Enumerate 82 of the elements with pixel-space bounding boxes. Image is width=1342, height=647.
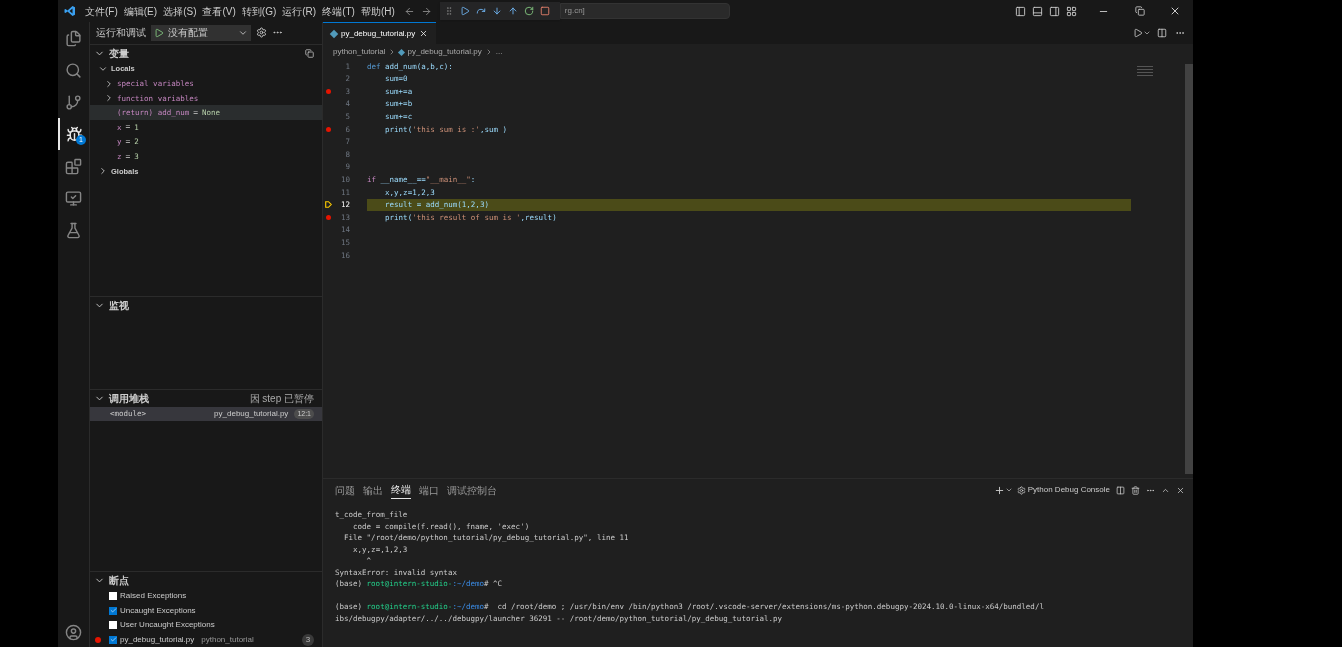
chevron-icon[interactable] bbox=[104, 93, 114, 104]
chevron-icon[interactable] bbox=[98, 64, 108, 74]
equals-sign: = bbox=[125, 121, 131, 134]
panel-tab[interactable]: 输出 bbox=[363, 481, 383, 499]
remote-icon bbox=[65, 189, 82, 207]
close-icon[interactable] bbox=[1176, 485, 1185, 495]
breadcrumb-item[interactable]: python_tutorial bbox=[333, 46, 386, 58]
panel-tab[interactable]: 终端 bbox=[391, 481, 411, 499]
breakpoint-label: Uncaught Exceptions bbox=[120, 604, 196, 617]
chevron-icon[interactable] bbox=[104, 78, 114, 89]
close-icon[interactable] bbox=[1169, 5, 1181, 17]
menu-item[interactable]: 帮助(H) bbox=[357, 3, 398, 19]
breadcrumb-item[interactable]: py_debug_tutorial.py bbox=[407, 46, 482, 58]
step-into-icon[interactable] bbox=[491, 6, 502, 16]
panel-tab[interactable]: 端口 bbox=[419, 481, 439, 499]
paused-status: 因 step 已暂停 bbox=[249, 392, 314, 407]
restart-icon[interactable] bbox=[523, 6, 534, 16]
git-icon bbox=[65, 93, 82, 111]
close-icon[interactable] bbox=[419, 29, 429, 38]
equals-sign: = bbox=[125, 150, 131, 163]
continue-icon[interactable] bbox=[459, 6, 470, 16]
stop-icon[interactable] bbox=[539, 6, 550, 16]
search-icon bbox=[65, 61, 82, 79]
checkbox[interactable] bbox=[109, 591, 117, 600]
play-icon bbox=[154, 27, 164, 38]
step-out-icon[interactable] bbox=[507, 6, 518, 16]
menu-item[interactable]: 选择(S) bbox=[160, 3, 200, 19]
step-over-icon[interactable] bbox=[475, 6, 486, 16]
line-badge: 3 bbox=[302, 633, 314, 646]
checkbox[interactable] bbox=[109, 635, 117, 644]
checkbox[interactable] bbox=[109, 621, 117, 630]
flask-icon bbox=[65, 221, 82, 239]
layout-icon[interactable] bbox=[1032, 5, 1043, 17]
breakpoint-label: py_debug_tutorial.py bbox=[120, 633, 195, 646]
menu-item[interactable]: 终端(T) bbox=[319, 3, 358, 19]
panel-tab[interactable]: 问题 bbox=[335, 481, 355, 499]
section-title[interactable]: 监视 bbox=[109, 297, 129, 313]
checkbox[interactable] bbox=[109, 606, 117, 615]
menu-item[interactable]: 查看(V) bbox=[199, 3, 239, 19]
section-title[interactable]: 调用堆栈 bbox=[109, 391, 149, 407]
run-icon[interactable] bbox=[1133, 28, 1143, 38]
layout-icon[interactable] bbox=[1049, 5, 1060, 17]
debug-console-icon bbox=[1016, 485, 1026, 495]
panel-tab[interactable]: 调试控制台 bbox=[447, 481, 497, 499]
equals-sign: = bbox=[193, 106, 199, 119]
config-dropdown[interactable]: 没有配置 bbox=[151, 24, 251, 41]
breakpoint-label: Raised Exceptions bbox=[120, 589, 187, 602]
menu-item[interactable]: 转到(G) bbox=[238, 3, 280, 19]
forward-icon[interactable] bbox=[420, 5, 432, 17]
terminal-name[interactable]: Python Debug Console bbox=[1027, 484, 1110, 496]
trash-icon[interactable] bbox=[1131, 485, 1140, 495]
python-file-icon bbox=[398, 48, 406, 56]
caret-icon[interactable] bbox=[1143, 29, 1151, 37]
account-icon[interactable] bbox=[65, 624, 82, 641]
split-terminal-icon[interactable] bbox=[1116, 485, 1125, 495]
section-title[interactable]: 变量 bbox=[109, 45, 129, 61]
section-title[interactable]: 断点 bbox=[109, 572, 129, 588]
restore-icon[interactable] bbox=[1135, 6, 1145, 16]
extensions-icon bbox=[65, 157, 82, 175]
app-logo-icon bbox=[64, 5, 76, 17]
layout-icon[interactable] bbox=[1015, 5, 1026, 17]
back-icon[interactable] bbox=[403, 5, 415, 17]
menu-item[interactable]: 编辑(E) bbox=[120, 3, 161, 19]
equals-sign: = bbox=[125, 135, 131, 148]
split-editor-icon[interactable] bbox=[1157, 28, 1167, 38]
settings-icon[interactable] bbox=[256, 27, 267, 39]
python-file-icon bbox=[329, 29, 339, 38]
frame-file: py_debug_tutorial.py bbox=[214, 408, 289, 421]
menu-item[interactable]: 运行(R) bbox=[279, 3, 320, 19]
files-icon bbox=[65, 29, 82, 47]
breakpoint-folder: python_tutorial bbox=[201, 633, 254, 646]
layout-icon[interactable] bbox=[1066, 5, 1077, 17]
collapse-all-icon[interactable] bbox=[305, 48, 314, 58]
menu-item[interactable]: 文件(F) bbox=[82, 3, 121, 19]
new-terminal-icon[interactable] bbox=[993, 484, 1005, 496]
search-field[interactable]: rg.cn] bbox=[559, 3, 730, 19]
breakpoint-label: User Uncaught Exceptions bbox=[120, 619, 215, 632]
breadcrumb-item[interactable]: ... bbox=[495, 46, 503, 58]
caret-icon[interactable] bbox=[1004, 486, 1013, 494]
chevron-icon[interactable] bbox=[98, 166, 108, 177]
editor-tab[interactable]: py_debug_tutorial.py bbox=[323, 22, 437, 44]
sidebar-title: 运行和调试 bbox=[96, 26, 146, 41]
